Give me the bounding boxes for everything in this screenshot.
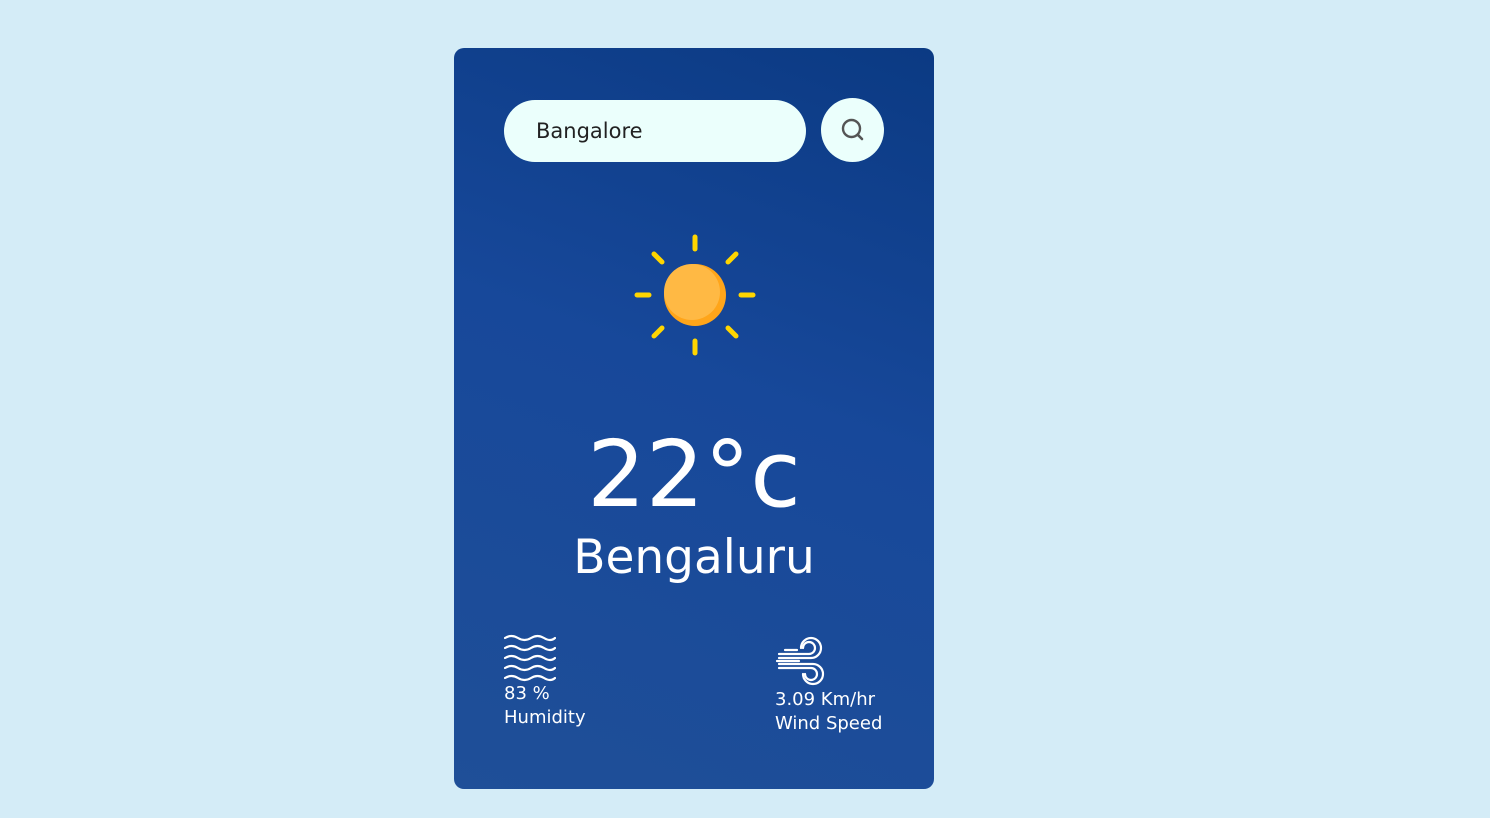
humidity-label: Humidity [504,707,586,728]
wind-speed-value: 3.09 Km/hr [775,689,876,710]
humidity-value: 83 % [504,683,550,704]
city-name: Bengaluru [573,530,815,585]
temperature-value: 22°c [587,421,801,528]
humidity-waves-icon [504,634,556,682]
search-button[interactable] [821,98,884,162]
wind-icon [775,636,825,686]
sun-icon [634,234,756,356]
weather-card: 22°c Bengaluru 83 % Humidity [454,48,934,789]
humidity-stat: 83 % Humidity [504,634,586,730]
search-icon [841,118,863,141]
wind-stat: 3.09 Km/hr Wind Speed [775,634,882,736]
wind-speed-label: Wind Speed [775,713,883,734]
search-input[interactable] [504,100,806,162]
